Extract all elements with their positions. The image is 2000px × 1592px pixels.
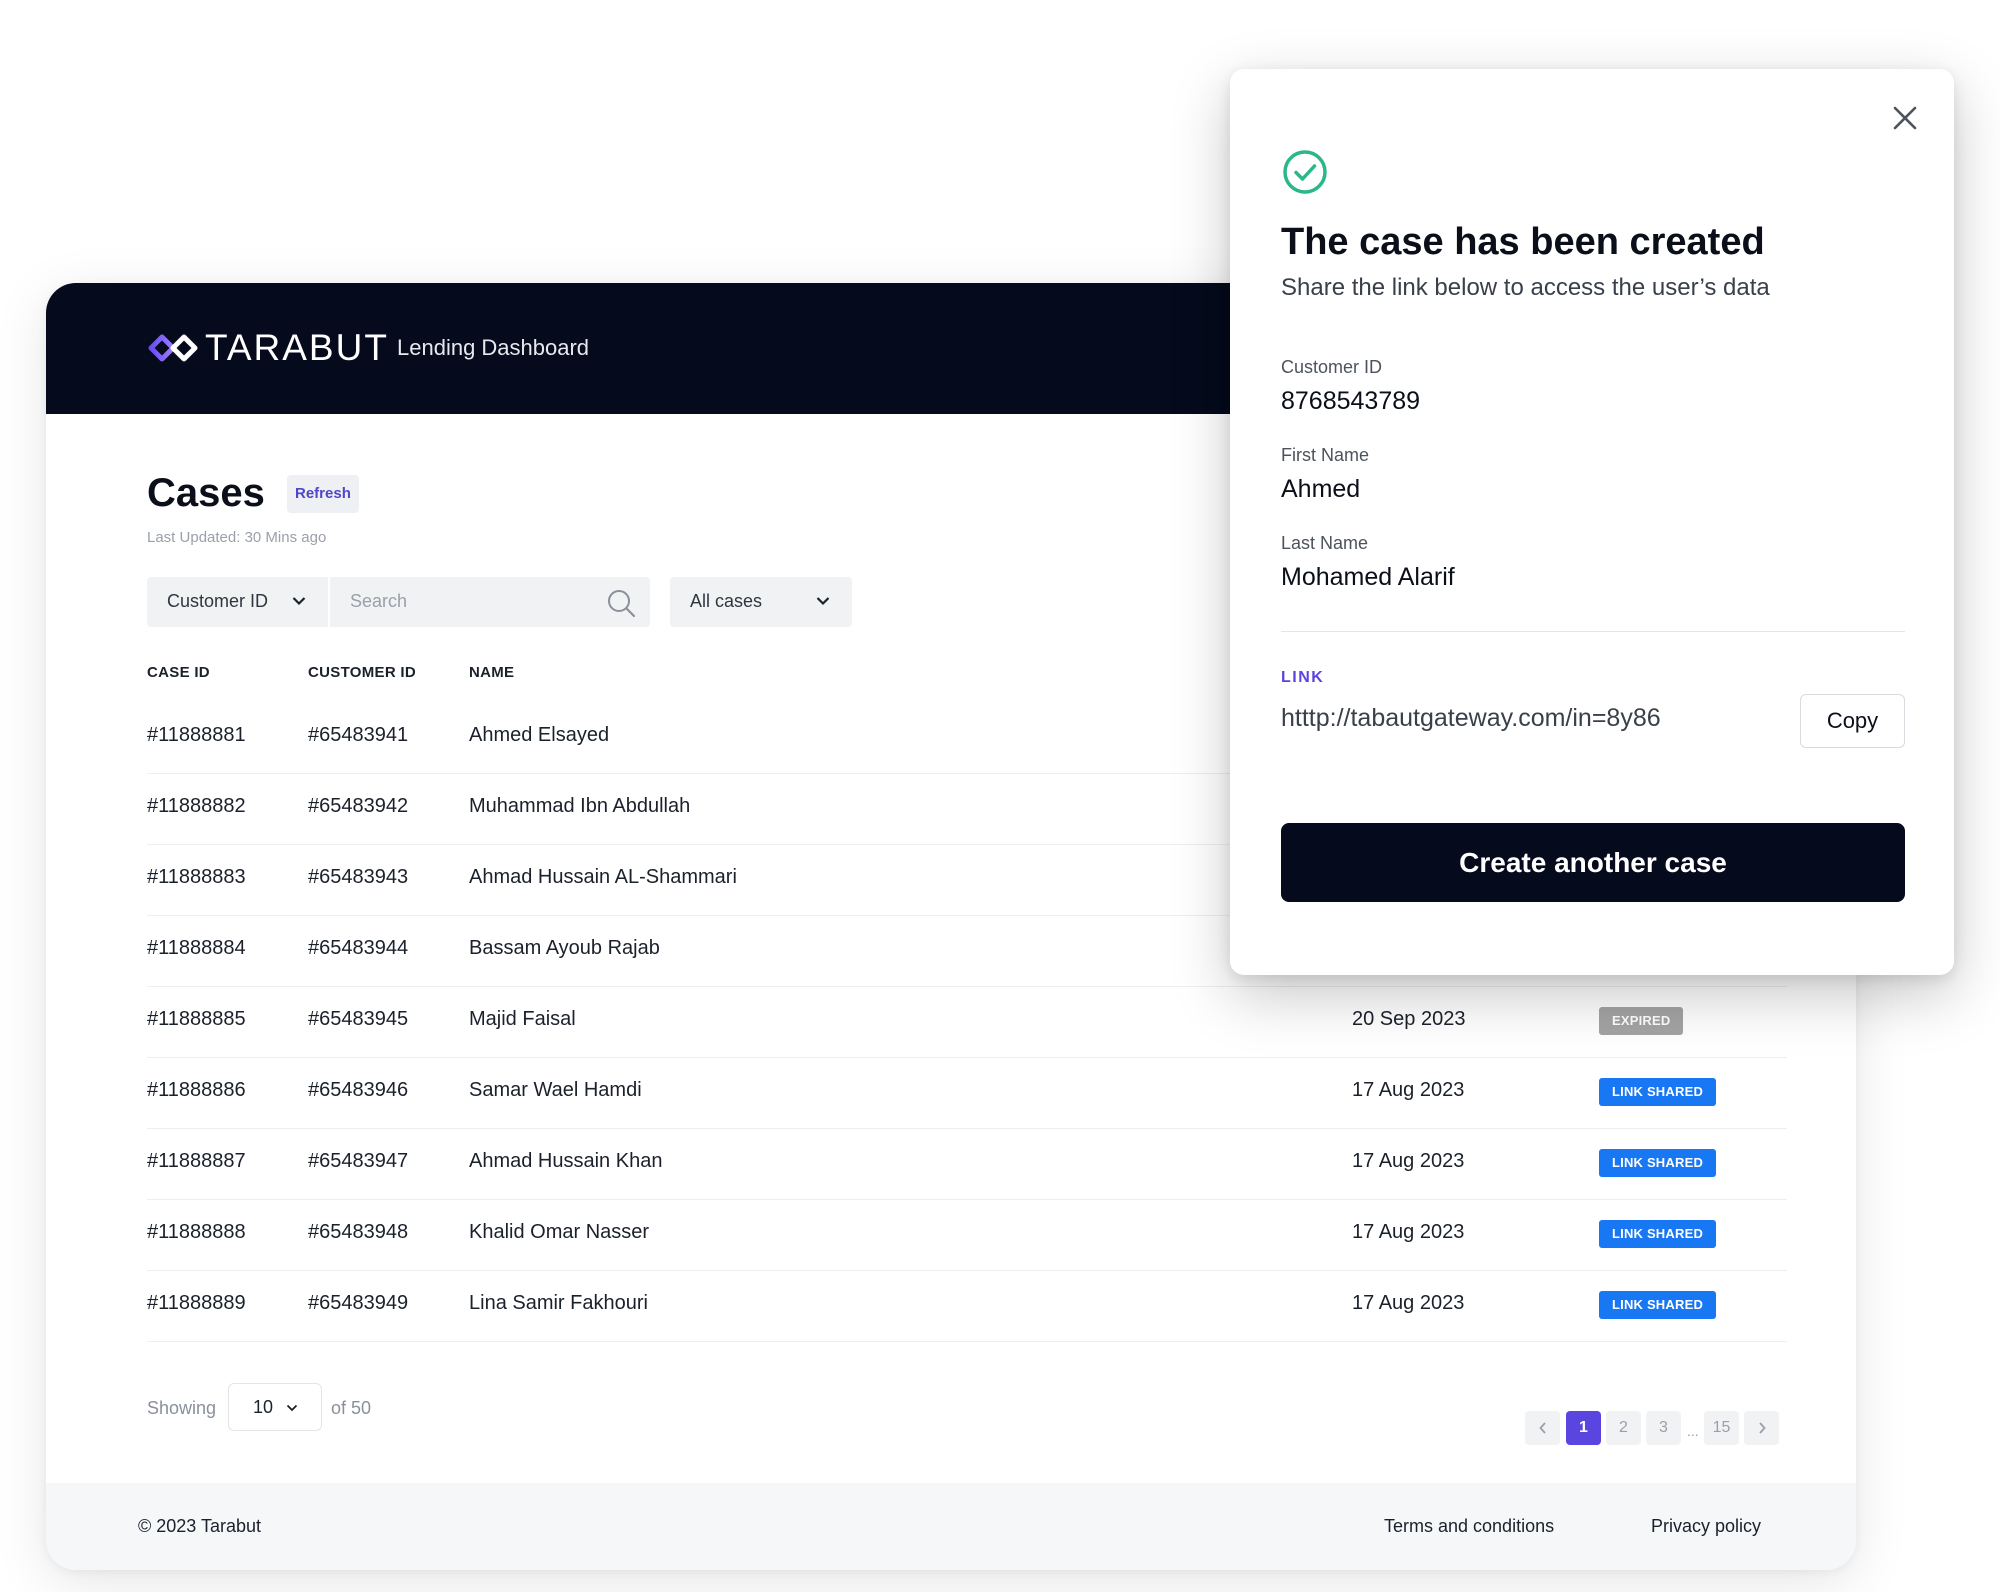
customer-id-cell: #65483946 (308, 1079, 409, 1101)
page-size-value: 10 (253, 1397, 274, 1417)
name-cell: Ahmad Hussain Khan (469, 1150, 663, 1172)
status-badge: LINK SHARED (1599, 1149, 1717, 1177)
search-field-select[interactable]: Customer ID (147, 577, 328, 627)
date-cell: 17 Aug 2023 (1352, 1292, 1465, 1314)
customer-id-cell: #65483941 (308, 724, 409, 746)
close-icon[interactable] (1890, 103, 1920, 133)
showing-label: Showing (147, 1398, 217, 1418)
case-id-cell: #11888881 (147, 724, 246, 746)
status-filter-select[interactable]: All cases (670, 577, 852, 627)
modal-subtitle: Share the link below to access the user’… (1281, 274, 1770, 301)
pagination-page-3[interactable]: 3 (1646, 1411, 1681, 1445)
chevron-down-icon (286, 1404, 298, 1412)
pagination-page-15[interactable]: 15 (1704, 1411, 1739, 1445)
status-filter-label: All cases (690, 591, 763, 611)
tarabut-logo-icon (148, 334, 198, 362)
check-circle-icon (1283, 150, 1327, 194)
chevron-right-icon (1758, 1422, 1766, 1434)
customer-id-cell: #65483942 (308, 795, 409, 817)
create-another-case-button[interactable]: Create another case (1281, 823, 1905, 902)
search-field-select-label: Customer ID (167, 591, 269, 611)
name-cell: Ahmed Elsayed (469, 724, 610, 746)
table-row[interactable]: #11888888 #65483948 Khalid Omar Nasser 17 A… (147, 1200, 1787, 1271)
customer-id-cell: #65483943 (308, 866, 409, 888)
date-cell: 20 Sep 2023 (1352, 1008, 1466, 1030)
name-cell: Bassam Ayoub Rajab (469, 937, 660, 959)
share-link-value[interactable]: htttp://tabautgateway.com/in=8y86 (1281, 704, 1661, 733)
case-id-cell: #11888888 (147, 1221, 246, 1243)
customer-id-value: 8768543789 (1281, 387, 1421, 415)
total-count-text: of 50 (331, 1398, 372, 1418)
case-id-cell: #11888885 (147, 1008, 246, 1030)
name-cell: Khalid Omar Nasser (469, 1221, 650, 1243)
date-cell: 17 Aug 2023 (1352, 1079, 1465, 1101)
page-size-select[interactable]: 10 (228, 1383, 322, 1431)
pagination-page-1[interactable]: 1 (1566, 1411, 1601, 1445)
search-placeholder: Search (350, 591, 408, 611)
page-title: Cases (147, 471, 265, 515)
modal-title: The case has been created (1281, 221, 1765, 263)
chevron-left-icon (1538, 1422, 1546, 1434)
case-id-cell: #11888884 (147, 937, 246, 959)
pagination-next-button[interactable] (1744, 1411, 1779, 1445)
case-id-cell: #11888882 (147, 795, 246, 817)
refresh-button[interactable]: Refresh (287, 475, 359, 513)
name-cell: Samar Wael Hamdi (469, 1079, 642, 1101)
footer: © 2023 Tarabut Terms and conditions Priv… (46, 1483, 1856, 1570)
case-id-cell: #11888889 (147, 1292, 246, 1314)
status-badge: EXPIRED (1599, 1007, 1684, 1035)
privacy-link[interactable]: Privacy policy (1651, 1516, 1761, 1537)
customer-id-cell: #65483949 (308, 1292, 409, 1314)
case-created-modal: The case has been created Share the link… (1230, 69, 1954, 975)
customer-id-cell: #65483947 (308, 1150, 409, 1172)
customer-id-cell: #65483944 (308, 937, 409, 959)
brand-name: TARABUT (205, 327, 389, 368)
name-cell: Ahmad Hussain AL-Shammari (469, 866, 737, 888)
case-id-cell: #11888886 (147, 1079, 246, 1101)
name-cell: Lina Samir Fakhouri (469, 1292, 648, 1314)
app-title: Lending Dashboard (397, 335, 590, 360)
divider (1281, 631, 1905, 632)
search-icon[interactable] (606, 588, 636, 618)
column-header-customer-id[interactable]: CUSTOMER ID (308, 664, 416, 681)
link-label: LINK (1281, 669, 1325, 686)
column-header-name[interactable]: NAME (469, 664, 514, 681)
customer-id-cell: #65483948 (308, 1221, 409, 1243)
pagination-ellipsis: ... (1687, 1423, 1699, 1439)
customer-id-label: Customer ID (1281, 357, 1383, 377)
first-name-label: First Name (1281, 445, 1370, 465)
copyright-text: © 2023 Tarabut (138, 1516, 262, 1536)
last-name-label: Last Name (1281, 533, 1369, 553)
name-cell: Muhammad Ibn Abdullah (469, 795, 691, 817)
first-name-value: Ahmed (1281, 475, 1361, 503)
pagination-prev-button[interactable] (1525, 1411, 1560, 1445)
case-id-cell: #11888887 (147, 1150, 246, 1172)
search-input[interactable]: Search (330, 577, 650, 627)
table-row[interactable]: #11888887 #65483947 Ahmad Hussain Khan 17 A… (147, 1129, 1787, 1200)
status-badge: LINK SHARED (1599, 1078, 1717, 1106)
last-name-value: Mohamed Alarif (1281, 563, 1455, 591)
date-cell: 17 Aug 2023 (1352, 1221, 1465, 1243)
table-row[interactable]: #11888889 #65483949 Lina Samir Fakhouri 17 … (147, 1271, 1787, 1342)
copy-link-button[interactable]: Copy (1800, 694, 1905, 748)
chevron-down-icon (816, 597, 830, 606)
pagination-page-2[interactable]: 2 (1606, 1411, 1641, 1445)
table-row[interactable]: #11888885 #65483945 Majid Faisal 20 Sep 202… (147, 987, 1787, 1058)
customer-id-cell: #65483945 (308, 1008, 409, 1030)
date-cell: 17 Aug 2023 (1352, 1150, 1465, 1172)
chevron-down-icon (292, 597, 306, 606)
table-row[interactable]: #11888886 #65483946 Samar Wael Hamdi 17 Aug… (147, 1058, 1787, 1129)
column-header-case-id[interactable]: CASE ID (147, 664, 210, 681)
brand-logo[interactable]: TARABUT (147, 327, 389, 368)
terms-link[interactable]: Terms and conditions (1384, 1516, 1554, 1537)
last-updated-text: Last Updated: 30 Mins ago (147, 529, 327, 546)
status-badge: LINK SHARED (1599, 1291, 1717, 1319)
status-badge: LINK SHARED (1599, 1220, 1717, 1248)
name-cell: Majid Faisal (469, 1008, 576, 1030)
case-id-cell: #11888883 (147, 866, 246, 888)
